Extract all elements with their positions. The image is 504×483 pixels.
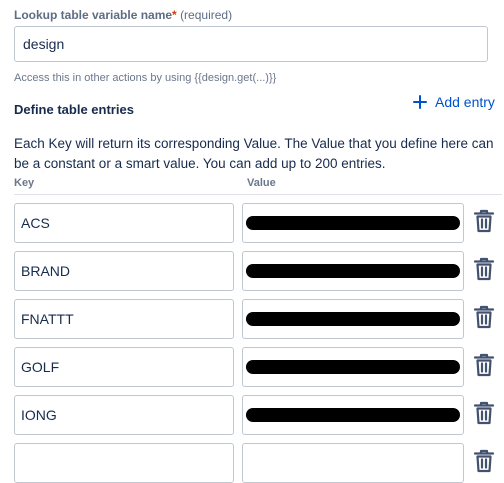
entry-value-input[interactable]: [242, 251, 464, 291]
entry-value-input[interactable]: [242, 203, 464, 243]
redacted-value: [246, 216, 460, 230]
table-row: [0, 443, 504, 483]
required-star: *: [172, 8, 177, 22]
value-column-header: Value: [247, 177, 276, 189]
helper-text: Access this in other actions by using {{…: [14, 72, 277, 84]
trash-icon: [473, 353, 495, 382]
delete-entry-button[interactable]: [471, 257, 497, 286]
redacted-value: [246, 360, 460, 374]
trash-icon: [473, 401, 495, 430]
redacted-value: [246, 312, 460, 326]
delete-entry-button[interactable]: [471, 209, 497, 238]
entry-value-input[interactable]: [242, 395, 464, 435]
entry-key-input[interactable]: [14, 443, 234, 483]
table-row: [0, 251, 504, 291]
table-row: [0, 203, 504, 243]
lookup-variable-name-input[interactable]: [14, 26, 488, 62]
entry-key-input[interactable]: [14, 395, 234, 435]
trash-icon: [473, 305, 495, 334]
table-description: Each Key will return its corresponding V…: [14, 136, 494, 171]
table-row: [0, 299, 504, 339]
plus-icon: [413, 95, 427, 109]
entry-value-input[interactable]: [242, 443, 464, 483]
delete-entry-button[interactable]: [471, 401, 497, 430]
table-row: [0, 395, 504, 435]
entry-value-input[interactable]: [242, 347, 464, 387]
redacted-value: [246, 408, 460, 422]
trash-icon: [473, 257, 495, 286]
trash-icon: [473, 209, 495, 238]
define-table-entries-heading: Define table entries: [14, 102, 134, 117]
lookup-variable-label: Lookup table variable name* (required): [14, 8, 233, 22]
entry-key-input[interactable]: [14, 203, 234, 243]
required-text: (required): [180, 8, 233, 22]
delete-entry-button[interactable]: [471, 449, 497, 478]
redacted-value: [246, 264, 460, 278]
entry-key-input[interactable]: [14, 347, 234, 387]
add-entry-label: Add entry: [435, 94, 495, 110]
trash-icon: [473, 449, 495, 478]
entry-key-input[interactable]: [14, 251, 234, 291]
key-column-header: Key: [14, 177, 35, 189]
delete-entry-button[interactable]: [471, 353, 497, 382]
delete-entry-button[interactable]: [471, 305, 497, 334]
entry-value-input[interactable]: [242, 299, 464, 339]
entry-key-input[interactable]: [14, 299, 234, 339]
header-divider: [14, 194, 502, 195]
add-entry-button[interactable]: Add entry: [413, 91, 495, 113]
table-row: [0, 347, 504, 387]
